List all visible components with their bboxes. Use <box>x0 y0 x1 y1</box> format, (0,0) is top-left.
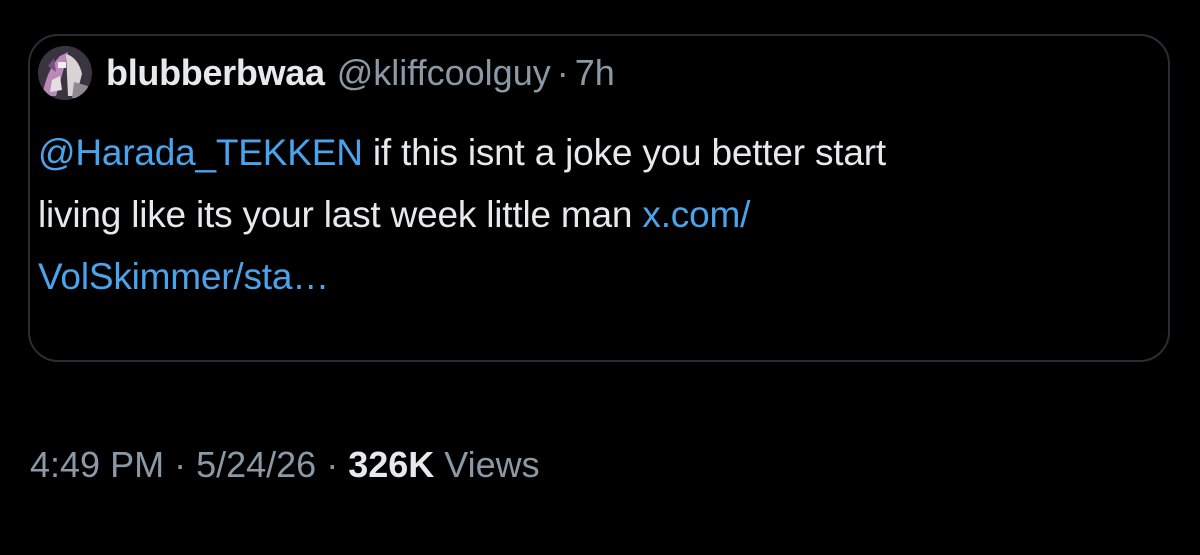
author-display-name[interactable]: blubberbwaa <box>106 52 325 94</box>
author-handle[interactable]: @kliffcoolguy <box>337 52 551 94</box>
tweet-text-line1: if this isnt a joke you better start <box>362 132 886 173</box>
post-time[interactable]: 4:49 PM <box>30 444 164 486</box>
url-link-part1[interactable]: x.com/ <box>642 194 750 235</box>
header-separator: · <box>556 52 569 93</box>
mention-link[interactable]: @Harada_TEKKEN <box>38 132 363 173</box>
meta-dot-2: · <box>326 444 339 485</box>
tweet-meta: 4:49 PM · 5/24/26 · 326K Views <box>30 440 540 490</box>
tweet-time-ago[interactable]: 7h <box>575 52 615 94</box>
post-date[interactable]: 5/24/26 <box>196 444 316 486</box>
user-avatar[interactable] <box>38 46 92 100</box>
tweet-text-line2: living like its your last week little ma… <box>38 194 643 235</box>
views-label[interactable]: Views <box>444 444 539 486</box>
quoted-tweet-header: blubberbwaa @kliffcoolguy · 7h <box>38 46 615 100</box>
meta-dot-1: · <box>174 444 187 485</box>
views-count[interactable]: 326K <box>348 444 434 486</box>
quoted-tweet-text: @Harada_TEKKEN if this isnt a joke you b… <box>38 122 1118 308</box>
avatar-image <box>38 46 92 100</box>
url-link-part2[interactable]: VolSkimmer/sta… <box>38 256 329 297</box>
